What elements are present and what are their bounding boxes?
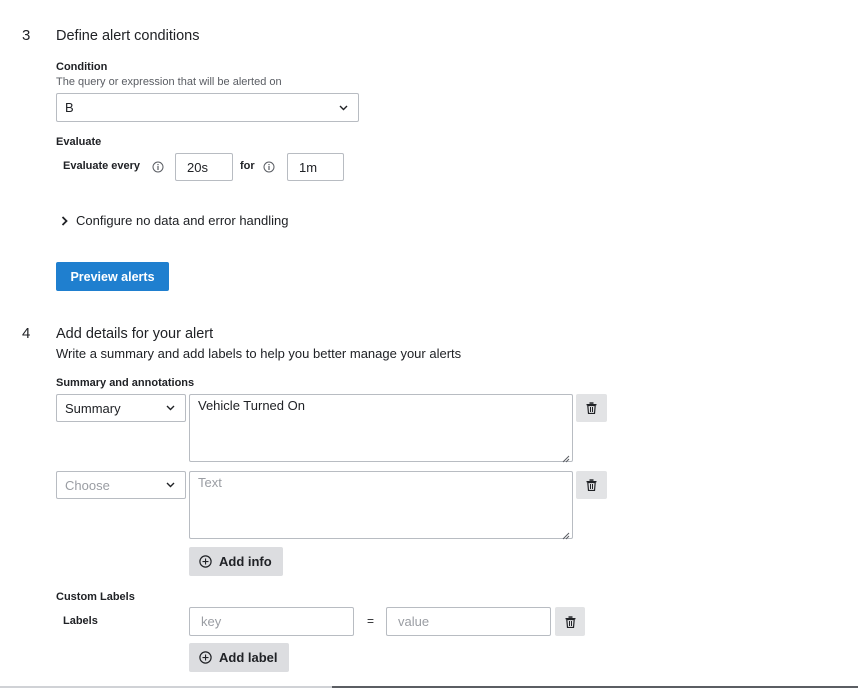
delete-label-button[interactable] [555, 607, 585, 636]
equals-sign: = [367, 614, 375, 628]
for-label: for [240, 160, 255, 172]
add-info-label: Add info [219, 554, 272, 569]
evaluate-every-label: Evaluate every [63, 160, 141, 172]
add-label-button[interactable]: Add label [189, 643, 289, 672]
step-4-title: Add details for your alert [56, 326, 214, 342]
plus-circle-icon [199, 555, 212, 568]
annotations-label: Summary and annotations [56, 377, 195, 389]
plus-circle-icon [199, 651, 212, 664]
evaluate-every-input[interactable]: 20s [175, 153, 233, 181]
chevron-down-icon [339, 99, 348, 114]
annotation-key-select[interactable]: Summary [56, 394, 186, 422]
annotation-key-placeholder: Choose [65, 477, 110, 493]
no-data-toggle[interactable]: Configure no data and error handling [61, 213, 288, 228]
trash-icon [565, 615, 576, 628]
label-key-placeholder: key [201, 614, 222, 629]
condition-select-value: B [65, 100, 74, 115]
no-data-toggle-label: Configure no data and error handling [76, 213, 289, 228]
condition-description: The query or expression that will be ale… [56, 76, 282, 88]
label-value-input[interactable]: value [386, 607, 551, 636]
add-label-label: Add label [219, 650, 278, 665]
delete-annotation-button[interactable] [576, 471, 607, 499]
annotation-value-placeholder: Text [198, 475, 222, 490]
resize-handle-icon[interactable] [562, 528, 570, 540]
chevron-down-icon [166, 399, 175, 414]
chevron-right-icon [61, 215, 68, 226]
for-input[interactable]: 1m [287, 153, 344, 181]
trash-icon [586, 402, 597, 414]
for-value: 1m [299, 159, 318, 175]
label-value-placeholder: value [398, 614, 430, 629]
annotation-value-textarea[interactable]: Vehicle Turned On [189, 394, 573, 463]
label-key-input[interactable]: key [189, 607, 354, 636]
resize-handle-icon[interactable] [562, 451, 570, 463]
add-info-button[interactable]: Add info [189, 547, 283, 576]
condition-label: Condition [56, 61, 108, 73]
delete-annotation-button[interactable] [576, 394, 607, 422]
evaluate-label: Evaluate [56, 136, 102, 148]
annotation-key-select-empty[interactable]: Choose [56, 471, 186, 499]
labels-label: Labels [63, 615, 98, 627]
trash-icon [586, 479, 597, 491]
preview-alerts-button[interactable]: Preview alerts [56, 262, 169, 291]
annotation-value-textarea-empty[interactable]: Text [189, 471, 573, 540]
condition-select[interactable]: B [56, 93, 359, 122]
info-icon[interactable] [263, 161, 275, 173]
step-3-number: 3 [22, 27, 31, 44]
annotation-key-value: Summary [65, 400, 121, 416]
custom-labels-label: Custom Labels [56, 591, 135, 603]
step-3-title: Define alert conditions [56, 28, 200, 44]
step-4-subtitle: Write a summary and add labels to help y… [56, 346, 462, 361]
evaluate-every-value: 20s [187, 159, 208, 175]
step-4-number: 4 [22, 325, 31, 342]
chevron-down-icon [166, 476, 175, 491]
annotation-value-text: Vehicle Turned On [198, 398, 305, 413]
info-icon[interactable] [152, 161, 164, 173]
